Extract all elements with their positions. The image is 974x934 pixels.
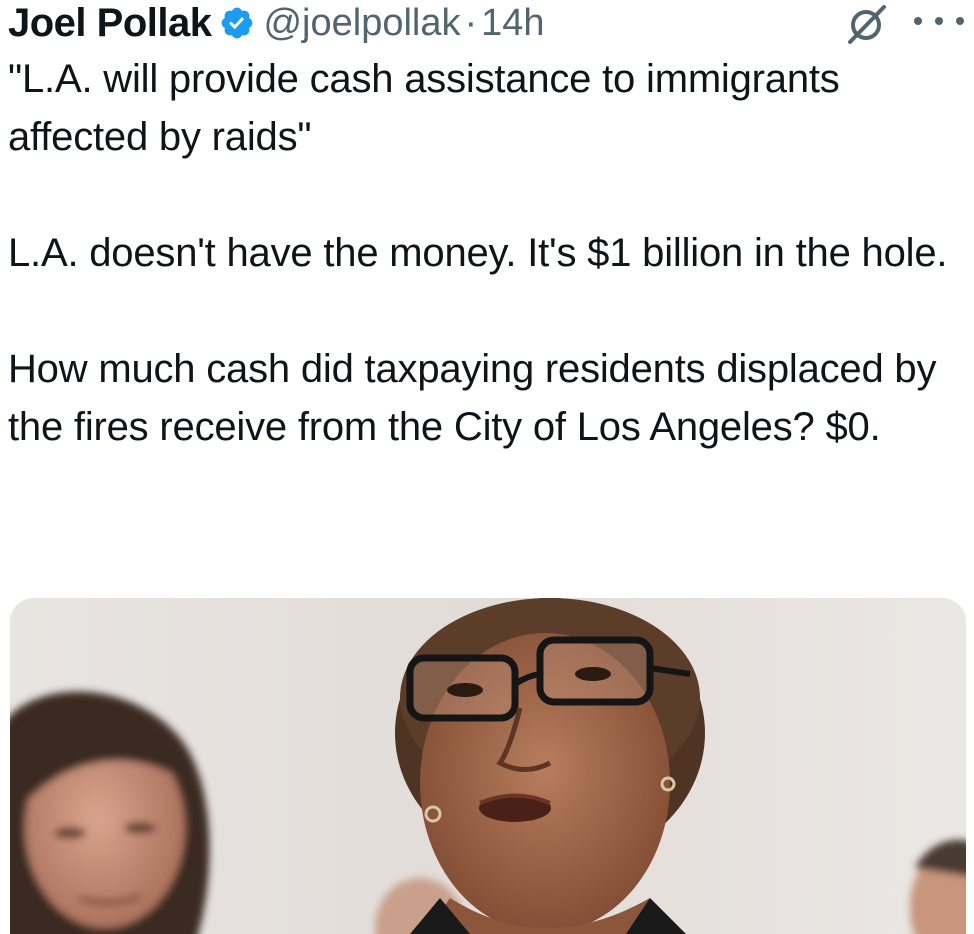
tweet-text: "L.A. will provide cash assistance to im… <box>8 50 970 456</box>
separator-dot: · <box>464 2 478 44</box>
author-name[interactable]: Joel Pollak <box>8 0 212 46</box>
timestamp[interactable]: 14h <box>481 0 544 46</box>
more-dot <box>914 17 922 25</box>
grok-icon[interactable] <box>844 2 890 46</box>
tweet-paragraph: L.A. doesn't have the money. It's $1 bil… <box>8 231 948 275</box>
more-dot <box>935 17 943 25</box>
tweet: Joel Pollak @joelpollak · 14h "L.A. will… <box>0 0 974 934</box>
author-handle[interactable]: @joelpollak <box>263 0 460 46</box>
tweet-header: Joel Pollak @joelpollak · 14h <box>8 0 966 46</box>
tweet-paragraph: "L.A. will provide cash assistance to im… <box>8 57 840 159</box>
tweet-photo[interactable] <box>10 598 966 934</box>
more-options-icon[interactable] <box>914 6 964 36</box>
verified-badge-icon <box>219 5 255 41</box>
tweet-paragraph: How much cash did taxpaying residents di… <box>8 347 937 449</box>
more-dot <box>956 17 964 25</box>
